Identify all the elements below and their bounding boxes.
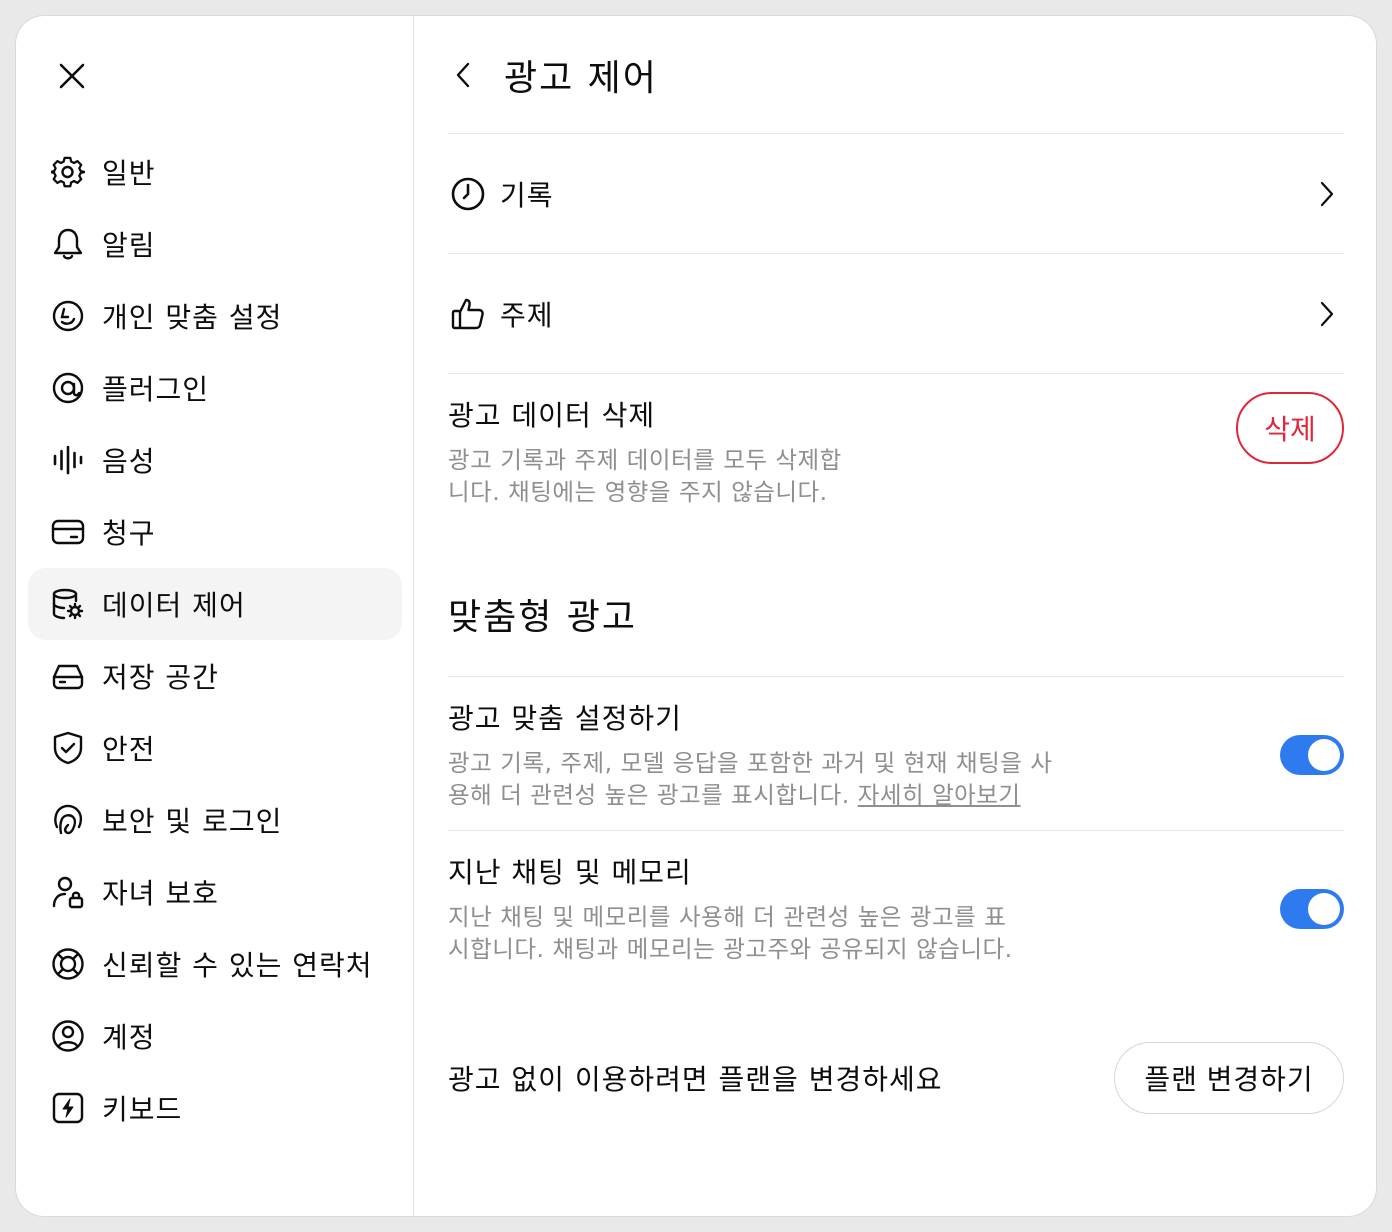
history-label: 기록 — [500, 178, 554, 212]
thumbs-up-icon — [448, 294, 488, 334]
sidebar-item-label: 키보드 — [102, 1093, 183, 1126]
sidebar-item-label: 플러그인 — [102, 373, 210, 406]
sidebar-item-label: 개인 맞춤 설정 — [102, 301, 283, 334]
storage-drive-icon — [50, 658, 86, 694]
description-line: 니다. 채팅에는 영향을 주지 않습니다. — [448, 478, 828, 506]
sidebar-item-safety[interactable]: 안전 — [28, 712, 402, 784]
delete-ad-data-title: 광고 데이터 삭제 — [448, 399, 656, 432]
change-plan-text: 광고 없이 이용하려면 플랜을 변경하세요 — [448, 1063, 943, 1096]
section-title: 맞춤형 광고 — [448, 574, 1344, 677]
lifebuoy-icon — [50, 946, 86, 982]
topics-label: 주제 — [500, 298, 554, 332]
sidebar-item-label: 저장 공간 — [102, 661, 219, 694]
history-row[interactable]: 기록 — [448, 134, 1344, 254]
clock-icon — [448, 174, 488, 214]
plugin-icon — [50, 370, 86, 406]
toggle-knob — [1308, 739, 1340, 771]
sidebar-item-label: 청구 — [102, 517, 156, 550]
sidebar-item-parental-controls[interactable]: 자녀 보호 — [28, 856, 402, 928]
sidebar-item-trusted-contacts[interactable]: 신뢰할 수 있는 연락처 — [28, 928, 402, 1000]
change-plan-button[interactable]: 플랜 변경하기 — [1114, 1042, 1344, 1114]
delete-button[interactable]: 삭제 — [1236, 392, 1344, 464]
sidebar-item-label: 안전 — [102, 733, 156, 766]
sidebar-item-label: 계정 — [102, 1021, 156, 1054]
sidebar-item-label: 신뢰할 수 있는 연락처 — [102, 949, 373, 982]
gear-icon — [50, 154, 86, 190]
security-login-icon — [50, 802, 86, 838]
description-line: 용해 더 관련성 높은 광고를 표시합니다. — [448, 781, 850, 809]
past-chats-memory-row: 지난 채팅 및 메모리 지난 채팅 및 메모리를 사용해 더 관련성 높은 광고… — [448, 831, 1344, 985]
settings-nav: 일반 알림 개인 맞춤 설정 플러그인 음성 청구 데이터 제어 저장 공간 안… — [28, 136, 402, 1144]
delete-ad-data-row: 광고 데이터 삭제 광고 기록과 주제 데이터를 모두 삭제합 니다. 채팅에는… — [448, 374, 1344, 574]
toggle-knob — [1308, 893, 1340, 925]
user-lock-icon — [50, 874, 86, 910]
sidebar-item-label: 데이터 제어 — [102, 589, 246, 622]
back-button[interactable] — [448, 55, 478, 95]
ad-controls-panel: 광고 제어 기록 주제 광고 데이터 삭제 광고 기록과 주제 데이터를 모두 … — [448, 16, 1344, 1216]
past-chats-memory-description: 지난 채팅 및 메모리를 사용해 더 관련성 높은 광고를 표 시합니다. 채팅… — [448, 901, 1344, 965]
page-title: 광고 제어 — [504, 57, 658, 99]
credit-card-icon — [50, 514, 86, 550]
sidebar-item-label: 일반 — [102, 157, 156, 190]
sidebar-item-general[interactable]: 일반 — [28, 136, 402, 208]
chevron-right-icon — [1312, 174, 1342, 214]
sidebar-item-keyboard[interactable]: 키보드 — [28, 1072, 402, 1144]
personalize-ads-toggle[interactable] — [1280, 735, 1344, 775]
panel-header: 광고 제어 — [448, 16, 1344, 134]
sidebar-item-label: 자녀 보호 — [102, 877, 219, 910]
settings-sidebar: 일반 알림 개인 맞춤 설정 플러그인 음성 청구 데이터 제어 저장 공간 안… — [16, 16, 414, 1216]
change-plan-row: 광고 없이 이용하려면 플랜을 변경하세요 플랜 변경하기 — [448, 1042, 1344, 1114]
description-line: 시합니다. 채팅과 메모리는 광고주와 공유되지 않습니다. — [448, 935, 1013, 963]
close-icon — [59, 63, 85, 89]
sidebar-item-billing[interactable]: 청구 — [28, 496, 402, 568]
voice-waveform-icon — [50, 442, 86, 478]
sidebar-item-data-controls[interactable]: 데이터 제어 — [28, 568, 402, 640]
sidebar-item-label: 음성 — [102, 445, 156, 478]
chevron-right-icon — [1312, 294, 1342, 334]
sidebar-item-label: 알림 — [102, 229, 156, 262]
sidebar-item-personalization[interactable]: 개인 맞춤 설정 — [28, 280, 402, 352]
personalize-ads-title: 광고 맞춤 설정하기 — [448, 702, 682, 735]
close-button[interactable] — [52, 56, 92, 96]
past-chats-memory-title: 지난 채팅 및 메모리 — [448, 856, 692, 889]
topics-row[interactable]: 주제 — [448, 254, 1344, 374]
sidebar-item-label: 보안 및 로그인 — [102, 805, 283, 838]
description-line: 광고 기록과 주제 데이터를 모두 삭제합 — [448, 446, 842, 474]
personalize-ads-row: 광고 맞춤 설정하기 광고 기록, 주제, 모델 응답을 포함한 과거 및 현재… — [448, 677, 1344, 831]
learn-more-link[interactable]: 자세히 알아보기 — [858, 781, 1021, 809]
bell-icon — [50, 226, 86, 262]
sidebar-item-storage[interactable]: 저장 공간 — [28, 640, 402, 712]
account-circle-icon — [50, 1018, 86, 1054]
chevron-left-icon — [456, 62, 470, 87]
past-chats-memory-toggle[interactable] — [1280, 889, 1344, 929]
sidebar-item-plugins[interactable]: 플러그인 — [28, 352, 402, 424]
delete-ad-data-description: 광고 기록과 주제 데이터를 모두 삭제합 니다. 채팅에는 영향을 주지 않습… — [448, 444, 1344, 508]
personalize-ads-description: 광고 기록, 주제, 모델 응답을 포함한 과거 및 현재 채팅을 사 용해 더… — [448, 747, 1344, 811]
keyboard-bolt-icon — [50, 1090, 86, 1126]
sidebar-item-account[interactable]: 계정 — [28, 1000, 402, 1072]
sidebar-item-notifications[interactable]: 알림 — [28, 208, 402, 280]
settings-dialog: 일반 알림 개인 맞춤 설정 플러그인 음성 청구 데이터 제어 저장 공간 안… — [16, 16, 1376, 1216]
personalization-icon — [50, 298, 86, 334]
sidebar-item-security-login[interactable]: 보안 및 로그인 — [28, 784, 402, 856]
database-gear-icon — [50, 586, 86, 622]
sidebar-item-voice[interactable]: 음성 — [28, 424, 402, 496]
description-line: 지난 채팅 및 메모리를 사용해 더 관련성 높은 광고를 표 — [448, 903, 1007, 931]
description-line: 광고 기록, 주제, 모델 응답을 포함한 과거 및 현재 채팅을 사 — [448, 749, 1053, 777]
shield-check-icon — [50, 730, 86, 766]
